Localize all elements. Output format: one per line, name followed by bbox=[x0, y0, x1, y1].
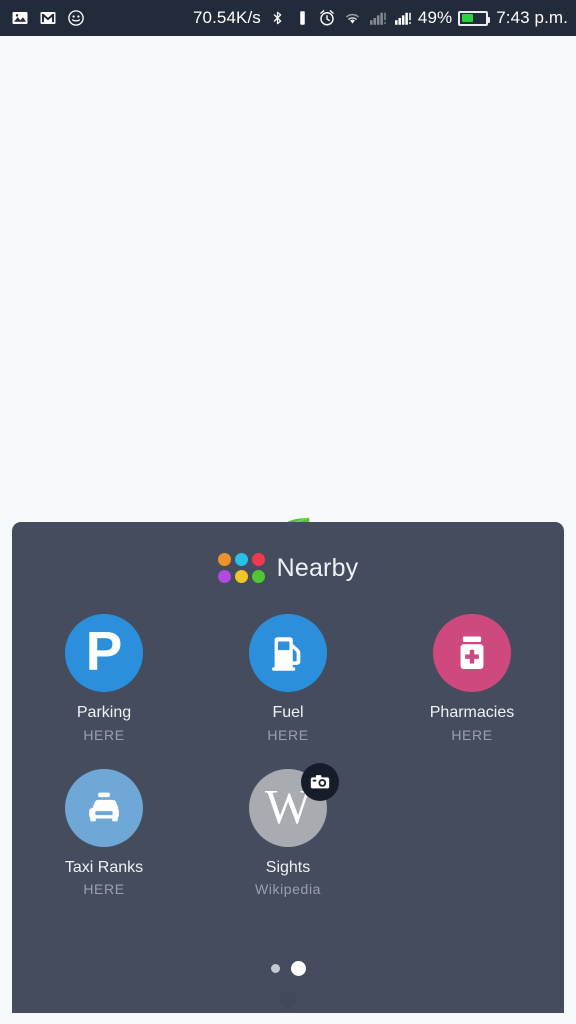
nearby-item-provider: Wikipedia bbox=[254, 881, 322, 898]
gmail-icon bbox=[38, 9, 57, 28]
clock-text: 7:43 p.m. bbox=[496, 8, 568, 27]
camera-badge-icon[interactable] bbox=[301, 762, 339, 801]
pharmacy-icon-circle bbox=[433, 614, 511, 692]
bluetooth-icon bbox=[268, 9, 287, 28]
signal-sim1-icon bbox=[368, 9, 387, 28]
nearby-item-label: Sights bbox=[265, 858, 311, 876]
grid-dot bbox=[251, 553, 265, 566]
nearby-item-provider: HERE bbox=[83, 881, 125, 898]
page-dot-1[interactable] bbox=[270, 964, 280, 973]
nearby-item-taxi-ranks[interactable]: Taxi Ranks HERE bbox=[12, 768, 196, 898]
six-dots-grid-icon bbox=[217, 553, 265, 583]
nearby-item-provider: HERE bbox=[83, 726, 125, 743]
network-speed-text: 70.54K/s bbox=[192, 8, 261, 27]
taxi-car-icon bbox=[89, 792, 119, 822]
nearby-item-label: Pharmacies bbox=[429, 704, 515, 721]
nearby-item-label: Parking bbox=[76, 704, 132, 721]
grid-dot bbox=[217, 553, 231, 566]
grid-dot bbox=[251, 570, 265, 583]
nearby-category-grid: P Parking HERE Fuel HERE Pharmacies HERE… bbox=[12, 614, 564, 897]
status-bar: 70.54K/s 49% 7:43 p.m. bbox=[0, 0, 576, 36]
taxi-icon-circle bbox=[65, 768, 143, 847]
nearby-item-parking[interactable]: P Parking HERE bbox=[12, 614, 196, 743]
nearby-item-provider: HERE bbox=[267, 726, 309, 743]
vibrate-icon bbox=[293, 9, 312, 28]
nearby-item-fuel[interactable]: Fuel HERE bbox=[196, 614, 380, 743]
parking-p-icon: P bbox=[85, 620, 123, 682]
pharmacy-bottle-icon bbox=[460, 636, 484, 670]
battery-percent-text: 49% bbox=[417, 8, 453, 27]
wifi-icon bbox=[343, 9, 362, 28]
page-title: Nearby bbox=[276, 553, 359, 582]
signal-sim2-icon bbox=[393, 9, 412, 28]
nearby-item-provider: HERE bbox=[451, 726, 493, 743]
fuel-pump-icon bbox=[272, 637, 301, 671]
nearby-item-label: Fuel bbox=[272, 704, 304, 721]
parking-icon-circle: P bbox=[65, 614, 143, 692]
status-bar-notifications bbox=[10, 9, 85, 28]
nearby-item-sights[interactable]: W Sights Wikipedia bbox=[196, 762, 380, 898]
nearby-item-pharmacies[interactable]: Pharmacies HERE bbox=[380, 614, 564, 743]
emoji-face-icon bbox=[66, 9, 85, 28]
nearby-item-label: Taxi Ranks bbox=[64, 858, 144, 876]
fuel-icon-circle bbox=[249, 614, 327, 692]
nearby-panel: Nearby P Parking HERE Fuel HERE Pharmaci… bbox=[12, 522, 564, 1013]
nearby-item-empty bbox=[380, 769, 564, 898]
alarm-icon bbox=[318, 9, 337, 28]
map-marker-watermark bbox=[279, 991, 297, 1010]
nearby-panel-header: Nearby bbox=[12, 546, 564, 590]
image-icon bbox=[10, 9, 29, 28]
grid-dot bbox=[217, 570, 231, 583]
grid-dot bbox=[234, 570, 248, 583]
sights-icon-circle: W bbox=[249, 762, 339, 847]
status-bar-system: 70.54K/s 49% 7:43 p.m. bbox=[193, 8, 568, 28]
page-dot-2-active[interactable] bbox=[290, 961, 306, 976]
grid-dot bbox=[234, 553, 248, 566]
battery-icon bbox=[458, 10, 491, 26]
pagination-dots[interactable] bbox=[12, 961, 564, 976]
